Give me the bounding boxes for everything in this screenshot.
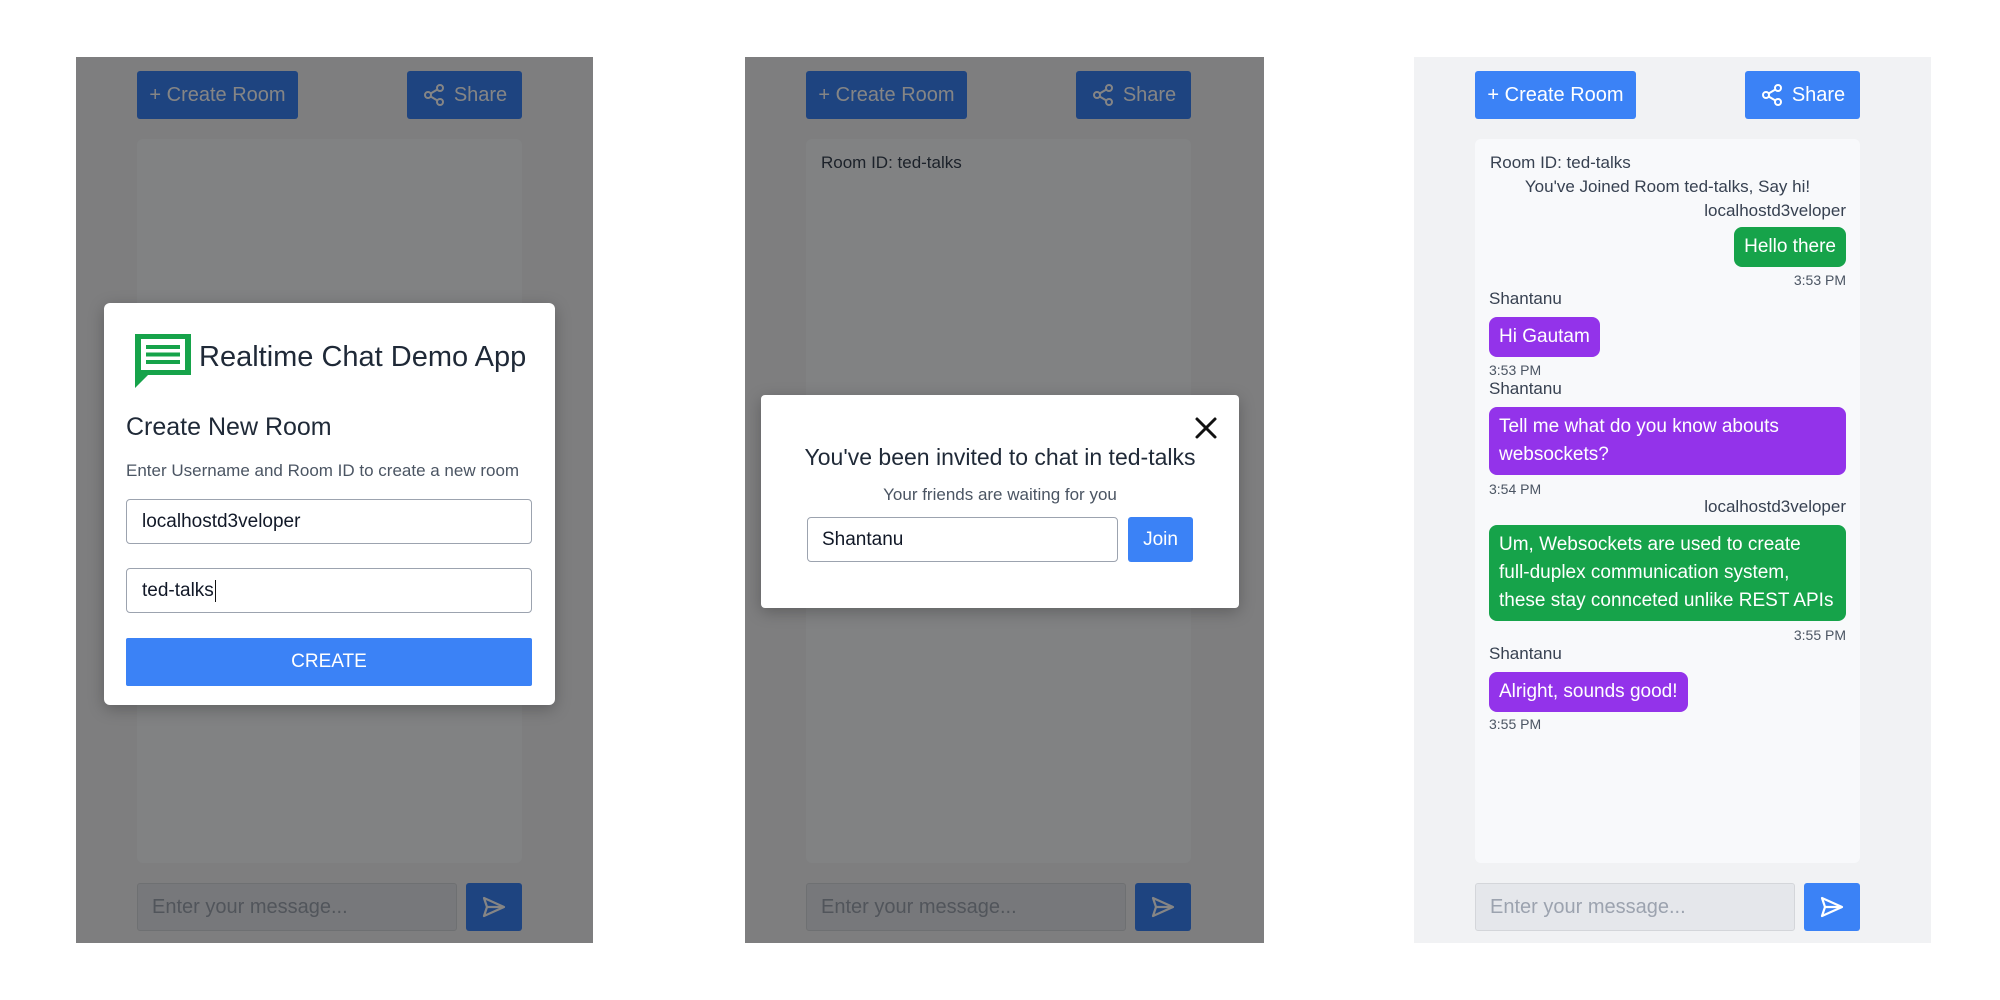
share-button[interactable]: Share [1745, 71, 1860, 119]
invite-screen: + Create Room Share Room ID: ted-talks E… [745, 57, 1264, 943]
join-button-label: Join [1143, 528, 1178, 550]
message-sender: localhostd3veloper [1704, 497, 1846, 516]
username-value: localhostd3veloper [142, 510, 301, 532]
room-id-label: Room ID: ted-talks [1490, 153, 1631, 172]
system-message: You've Joined Room ted-talks, Say hi! [1524, 177, 1811, 196]
create-room-label: + Create Room [1487, 83, 1624, 106]
invite-modal: You've been invited to chat in ted-talks… [761, 395, 1239, 608]
message-bubble: Hi Gautam [1489, 317, 1600, 357]
create-button[interactable]: CREATE [126, 638, 532, 686]
message-bubble: Tell me what do you know abouts websocke… [1489, 407, 1846, 475]
message-time: 3:53 PM [1489, 362, 1542, 378]
message-time: 3:54 PM [1489, 481, 1542, 497]
chat-screen: + Create Room Share Room ID: ted-talks Y… [1414, 57, 1931, 943]
message-sender: Shantanu [1489, 289, 1562, 308]
message-placeholder: Enter your message... [1490, 895, 1686, 918]
message-sender: Shantanu [1489, 644, 1562, 663]
message-time: 3:53 PM [1793, 272, 1846, 288]
modal-description: Enter Username and Room ID to create a n… [126, 461, 520, 480]
chat-area: Room ID: ted-talks You've Joined Room te… [1475, 139, 1860, 863]
chat-logo-icon [135, 334, 191, 388]
invite-subtitle: Your friends are waiting for you [883, 485, 1117, 504]
message-sender: localhostd3veloper [1704, 201, 1846, 220]
username-field[interactable]: localhostd3veloper [126, 499, 532, 544]
create-room-modal: Realtime Chat Demo App Create New Room E… [104, 303, 555, 705]
invite-title: You've been invited to chat in ted-talks [804, 444, 1196, 470]
message-bubble: Alright, sounds good! [1489, 672, 1688, 712]
create-button-label: CREATE [291, 651, 367, 672]
close-icon[interactable] [1193, 415, 1219, 441]
room-id-value: ted-talks [142, 579, 214, 601]
message-time: 3:55 PM [1793, 627, 1846, 643]
message-time: 3:55 PM [1489, 716, 1542, 732]
name-value: Shantanu [822, 528, 904, 550]
create-room-screen: + Create Room Share Enter your message..… [76, 57, 593, 943]
text-caret [214, 579, 216, 602]
create-room-button[interactable]: + Create Room [1475, 71, 1636, 119]
modal-heading: Create New Room [126, 413, 332, 441]
share-icon [1761, 84, 1782, 106]
send-button[interactable] [1804, 883, 1860, 931]
message-sender: Shantanu [1489, 379, 1562, 398]
share-label: Share [1791, 83, 1846, 106]
message-input[interactable]: Enter your message... [1475, 883, 1795, 931]
join-button[interactable]: Join [1128, 517, 1193, 562]
room-id-field[interactable]: ted-talks [126, 568, 532, 613]
name-field[interactable]: Shantanu [807, 517, 1118, 562]
message-bubble: Hello there [1734, 227, 1846, 267]
message-bubble: Um, Websockets are used to create full-d… [1489, 525, 1846, 621]
send-icon [1820, 896, 1844, 918]
app-title: Realtime Chat Demo App [199, 341, 527, 373]
